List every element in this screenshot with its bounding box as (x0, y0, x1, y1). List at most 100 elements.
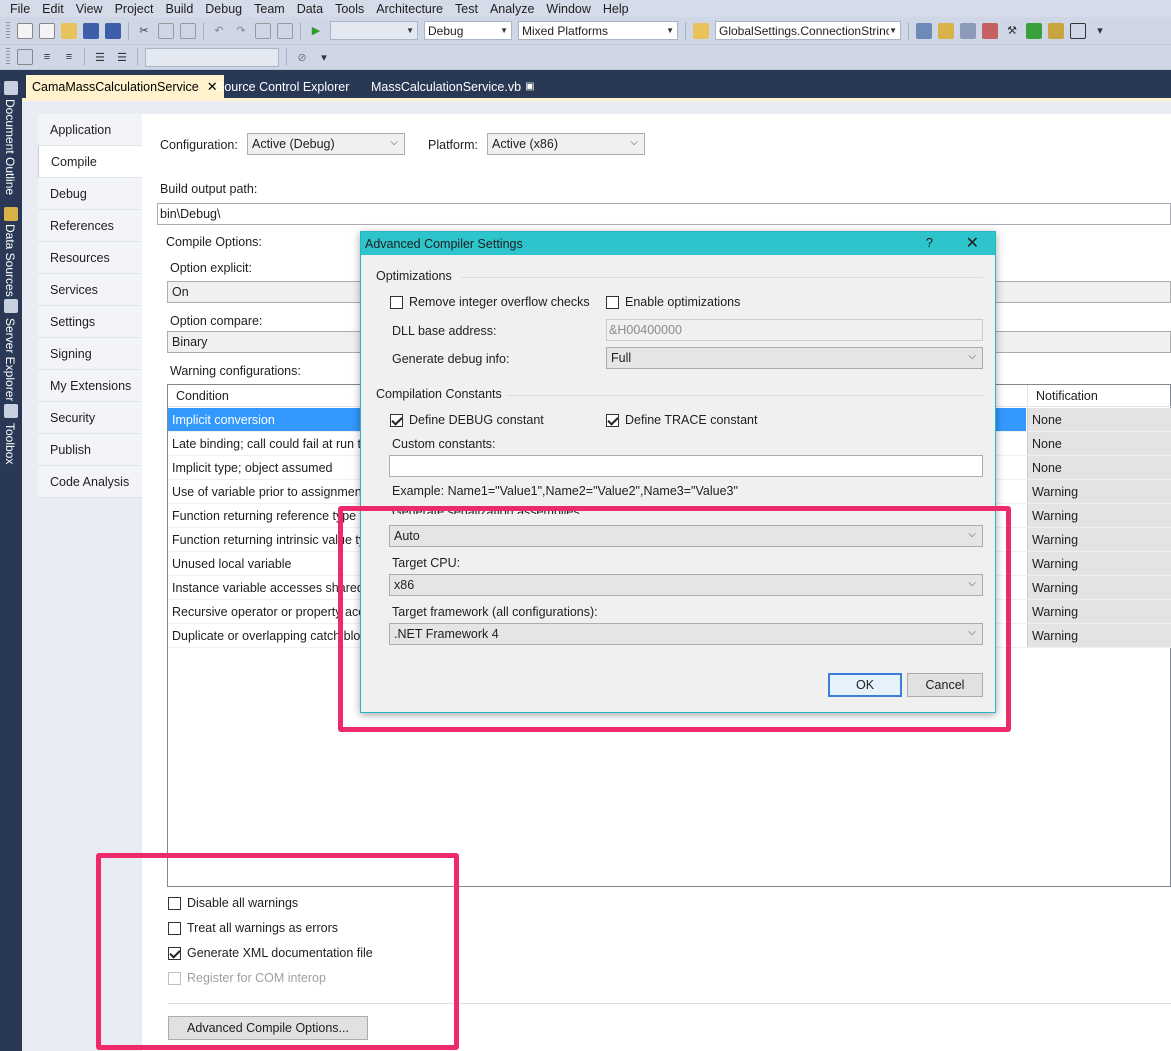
menu-window[interactable]: Window (540, 2, 596, 16)
chevron-down-icon: ▼ (666, 26, 674, 35)
notification-cell[interactable]: None (1027, 408, 1171, 432)
nav-code-analysis[interactable]: Code Analysis (38, 466, 142, 498)
nav-settings[interactable]: Settings (38, 306, 142, 338)
notification-cell[interactable]: None (1027, 432, 1171, 456)
properties-icon[interactable] (938, 22, 954, 39)
member-combo[interactable] (145, 47, 279, 67)
side-tab-document-outline[interactable]: Document Outline (3, 99, 17, 195)
nav-references[interactable]: References (38, 210, 142, 242)
notification-cell[interactable]: Warning (1027, 552, 1171, 576)
menu-team[interactable]: Team (248, 2, 291, 16)
toolbox-icon[interactable] (982, 22, 998, 39)
side-tab-server-explorer[interactable]: Server Explorer (3, 318, 17, 401)
notification-cell[interactable]: Warning (1027, 576, 1171, 600)
solution-configuration-combo[interactable]: Debug ▼ (424, 21, 512, 40)
extension-manager-icon[interactable] (1026, 22, 1042, 39)
navigate-back-icon[interactable] (255, 22, 271, 39)
align-icon[interactable]: ☰ (92, 49, 108, 65)
add-item-icon[interactable] (39, 22, 55, 39)
nav-signing[interactable]: Signing (38, 338, 142, 370)
comment-icon[interactable] (17, 49, 33, 65)
indent-icon[interactable]: ≡ (39, 49, 55, 65)
configuration-dropdown[interactable]: Active (Debug) ⌵ (247, 133, 405, 155)
undo-icon[interactable]: ↶ (211, 23, 227, 39)
find-in-files-icon[interactable] (693, 22, 709, 39)
notification-cell[interactable]: Warning (1027, 480, 1171, 504)
menu-debug[interactable]: Debug (199, 2, 248, 16)
nav-resources[interactable]: Resources (38, 242, 142, 274)
notification-cell[interactable]: None (1027, 456, 1171, 480)
menu-data[interactable]: Data (291, 2, 329, 16)
toolbar-options-icon[interactable]: ▾ (1092, 23, 1108, 39)
column-notification[interactable]: Notification (1027, 385, 1171, 407)
menu-test[interactable]: Test (449, 2, 484, 16)
cut-icon[interactable]: ✂ (136, 23, 152, 39)
define-debug-constant-checkbox[interactable]: Define DEBUG constant (390, 413, 544, 427)
solution-platform-combo[interactable]: Mixed Platforms ▼ (518, 21, 678, 40)
dialog-title-bar[interactable]: Advanced Compiler Settings ? ✕ (361, 232, 995, 255)
redo-icon[interactable]: ↷ (233, 23, 249, 39)
debug-target-combo[interactable]: ▼ (330, 21, 418, 40)
debug-info-dropdown[interactable]: Full ⌵ (606, 347, 983, 369)
build-output-path-input[interactable]: bin\Debug\ (157, 203, 1171, 225)
menu-architecture[interactable]: Architecture (370, 2, 449, 16)
toolbar-overflow-icon[interactable]: ▾ (316, 49, 332, 65)
menu-analyze[interactable]: Analyze (484, 2, 540, 16)
standard-toolbar: ✂ ↶ ↷ ▶ ▼ Debug ▼ Mixed Platforms ▼ Global… (0, 17, 1171, 45)
menu-project[interactable]: Project (109, 2, 160, 16)
toolbar-grip[interactable] (6, 48, 10, 66)
format-icon[interactable]: ☰ (114, 49, 130, 65)
nav-security[interactable]: Security (38, 402, 142, 434)
define-trace-constant-checkbox[interactable]: Define TRACE constant (606, 413, 757, 427)
toolbar-separator (685, 21, 686, 40)
tab-source-control-explorer[interactable]: Source Control Explorer (210, 75, 355, 98)
nav-services[interactable]: Services (38, 274, 142, 306)
menu-help[interactable]: Help (597, 2, 635, 16)
enable-optimizations-checkbox[interactable]: Enable optimizations (606, 295, 740, 309)
nav-debug[interactable]: Debug (38, 178, 142, 210)
toolbar-grip[interactable] (6, 21, 10, 40)
tab-masscalculationservice-vb[interactable]: MassCalculationService.vb ▣ (365, 75, 541, 98)
menu-edit[interactable]: Edit (36, 2, 70, 16)
tools-icon[interactable]: ⚒ (1004, 23, 1020, 39)
menu-tools[interactable]: Tools (329, 2, 370, 16)
browser-icon[interactable]: ⊘ (294, 49, 310, 65)
save-icon[interactable] (83, 22, 99, 39)
copy-icon[interactable] (158, 22, 174, 39)
custom-constants-input[interactable] (389, 455, 983, 477)
dll-base-address-label: DLL base address: (392, 324, 497, 338)
menu-view[interactable]: View (70, 2, 109, 16)
save-all-icon[interactable] (105, 22, 121, 39)
navigate-forward-icon[interactable] (277, 22, 293, 39)
help-icon[interactable]: ? (926, 235, 933, 250)
nav-application[interactable]: Application (38, 114, 142, 146)
remove-overflow-checks-checkbox[interactable]: Remove integer overflow checks (390, 295, 590, 309)
side-tab-data-sources[interactable]: Data Sources (3, 224, 17, 297)
side-tab-toolbox[interactable]: Toolbox (3, 423, 17, 464)
notification-cell[interactable]: Warning (1027, 528, 1171, 552)
object-browser-icon[interactable] (960, 22, 976, 39)
class-view-icon[interactable] (1048, 22, 1064, 39)
option-compare-label: Option compare: (170, 314, 263, 328)
compilation-constants-group-label: Compilation Constants (376, 387, 502, 401)
start-debug-icon[interactable]: ▶ (308, 23, 324, 39)
tab-camamasscalculationservice[interactable]: CamaMassCalculationService ✕ (26, 75, 224, 98)
nav-publish[interactable]: Publish (38, 434, 142, 466)
toolbar-separator (203, 21, 204, 40)
open-file-icon[interactable] (61, 22, 77, 39)
platform-dropdown[interactable]: Active (x86) ⌵ (487, 133, 645, 155)
outdent-icon[interactable]: ≡ (61, 49, 77, 65)
find-combo[interactable]: GlobalSettings.ConnectionStrinc ▼ (715, 21, 901, 40)
notification-cell[interactable]: Warning (1027, 600, 1171, 624)
command-window-icon[interactable] (1070, 22, 1086, 39)
menu-build[interactable]: Build (159, 2, 199, 16)
notification-cell[interactable]: Warning (1027, 624, 1171, 648)
new-project-icon[interactable] (17, 22, 33, 39)
menu-file[interactable]: File (4, 2, 36, 16)
nav-compile[interactable]: Compile (38, 146, 142, 178)
notification-cell[interactable]: Warning (1027, 504, 1171, 528)
paste-icon[interactable] (180, 22, 196, 39)
close-icon[interactable]: ✕ (966, 233, 979, 253)
nav-my-extensions[interactable]: My Extensions (38, 370, 142, 402)
solution-explorer-icon[interactable] (916, 22, 932, 39)
